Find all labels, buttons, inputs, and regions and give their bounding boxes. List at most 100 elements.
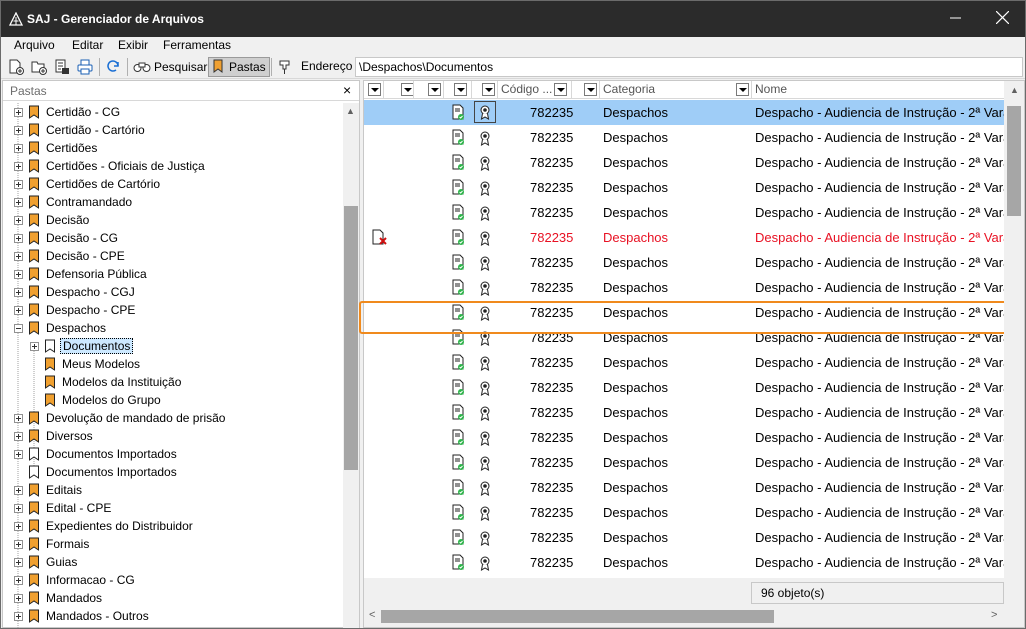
- tree-item[interactable]: Despacho - CGJ: [14, 283, 137, 301]
- new-document-icon[interactable]: [7, 58, 25, 76]
- column-header-category[interactable]: Categoria: [600, 81, 752, 99]
- collapse-icon[interactable]: [14, 323, 23, 333]
- expand-icon[interactable]: [14, 179, 23, 189]
- expand-icon[interactable]: [14, 557, 23, 567]
- expand-icon[interactable]: [14, 143, 23, 153]
- expand-icon[interactable]: [14, 287, 23, 297]
- filter-dropdown-icon[interactable]: [454, 83, 467, 96]
- scroll-up-icon[interactable]: ▲: [346, 106, 355, 116]
- close-pane-icon[interactable]: ×: [343, 82, 351, 98]
- scroll-up-icon[interactable]: ▲: [1010, 85, 1019, 95]
- table-row[interactable]: 782235 Despachos Despacho - Audiencia de I…: [364, 450, 1004, 475]
- tree-item[interactable]: Documentos Importados: [14, 463, 179, 481]
- table-row[interactable]: 782235 Despachos Despacho - Audiencia de I…: [364, 125, 1004, 150]
- expand-icon[interactable]: [14, 575, 23, 585]
- tree-item[interactable]: Diversos: [14, 427, 95, 445]
- new-folder-icon[interactable]: [30, 58, 48, 76]
- scroll-right-icon[interactable]: >: [991, 609, 997, 621]
- tree-item[interactable]: Guias: [14, 553, 79, 571]
- filter-dropdown-icon[interactable]: [368, 83, 381, 96]
- expand-icon[interactable]: [14, 125, 23, 135]
- column-header-name[interactable]: Nome: [752, 81, 1004, 99]
- expand-icon[interactable]: [30, 341, 39, 351]
- expand-icon[interactable]: [14, 503, 23, 513]
- tree-item[interactable]: Certidão - CG: [14, 103, 122, 121]
- table-row[interactable]: 782235 Despachos Despacho - Audiencia de I…: [364, 350, 1004, 375]
- filter-dropdown-icon[interactable]: [584, 83, 597, 96]
- column-header-filter[interactable]: [384, 81, 414, 99]
- print-icon[interactable]: [76, 58, 94, 76]
- expand-icon[interactable]: [14, 161, 23, 171]
- tree-item[interactable]: Modelos da Instituição: [30, 373, 183, 391]
- tree-item[interactable]: Mandados: [14, 589, 104, 607]
- table-row[interactable]: 782235 Despachos Despacho - Audiencia de I…: [364, 325, 1004, 350]
- filter-dropdown-icon[interactable]: [736, 83, 749, 96]
- tree-item[interactable]: Mandados - Outros: [14, 607, 151, 625]
- tree-item[interactable]: Devolução de mandado de prisão: [14, 409, 227, 427]
- expand-icon[interactable]: [14, 611, 23, 621]
- tree-item[interactable]: Certidões: [14, 139, 99, 157]
- table-row[interactable]: 782235 Despachos Despacho - Audiencia de I…: [364, 225, 1004, 250]
- scrollbar-thumb[interactable]: [1007, 106, 1021, 216]
- table-row[interactable]: 782235 Despachos Despacho - Audiencia de I…: [364, 275, 1004, 300]
- expand-icon[interactable]: [14, 539, 23, 549]
- expand-icon[interactable]: [14, 197, 23, 207]
- expand-icon[interactable]: [14, 215, 23, 225]
- table-row[interactable]: 782235 Despachos Despacho - Audiencia de I…: [364, 300, 1004, 325]
- table-row[interactable]: 782235 Despachos Despacho - Audiencia de I…: [364, 525, 1004, 550]
- search-button[interactable]: Pesquisar: [133, 57, 207, 77]
- scroll-left-icon[interactable]: <: [369, 609, 375, 621]
- table-row[interactable]: 782235 Despachos Despacho - Audiencia de I…: [364, 500, 1004, 525]
- menu-exibir[interactable]: Exibir: [118, 38, 148, 52]
- table-row[interactable]: 782235 Despachos Despacho - Audiencia de I…: [364, 150, 1004, 175]
- close-window-button[interactable]: [979, 1, 1025, 37]
- expand-icon[interactable]: [14, 269, 23, 279]
- filter-dropdown-icon[interactable]: [554, 83, 567, 96]
- horizontal-scrollbar[interactable]: < >: [364, 606, 1024, 627]
- tree-item[interactable]: Edital - CPE: [14, 499, 113, 517]
- tree-item[interactable]: Documentos: [30, 337, 134, 355]
- tree-item[interactable]: Expedientes do Distribuidor: [14, 517, 195, 535]
- expand-icon[interactable]: [14, 107, 23, 117]
- expand-icon[interactable]: [14, 485, 23, 495]
- table-row[interactable]: 782235 Despachos Despacho - Audiencia de I…: [364, 375, 1004, 400]
- expand-icon[interactable]: [14, 413, 23, 423]
- column-header-code[interactable]: Código ...: [498, 81, 572, 99]
- expand-icon[interactable]: [14, 305, 23, 315]
- tree-item[interactable]: Defensoria Pública: [14, 265, 149, 283]
- filter-dropdown-icon[interactable]: [428, 83, 441, 96]
- table-row[interactable]: 782235 Despachos Despacho - Audiencia de I…: [364, 475, 1004, 500]
- table-row[interactable]: 782235 Despachos Despacho - Audiencia de I…: [364, 200, 1004, 225]
- table-row[interactable]: 782235 Despachos Despacho - Audiencia de I…: [364, 100, 1004, 125]
- minimize-button[interactable]: [933, 1, 979, 37]
- pin-icon[interactable]: [276, 58, 294, 76]
- filter-dropdown-icon[interactable]: [401, 83, 413, 96]
- scrollbar-thumb[interactable]: [381, 610, 774, 623]
- properties-icon[interactable]: [53, 58, 71, 76]
- tree-item[interactable]: Informacao - CG: [14, 571, 137, 589]
- file-list-scrollbar[interactable]: ▲: [1004, 81, 1024, 578]
- table-row[interactable]: 782235 Despachos Despacho - Audiencia de I…: [364, 250, 1004, 275]
- column-header-filter[interactable]: [472, 81, 498, 99]
- tree-item[interactable]: Certidões - Oficiais de Justiça: [14, 157, 207, 175]
- tree-item[interactable]: Formais: [14, 535, 91, 553]
- menu-arquivo[interactable]: Arquivo: [14, 38, 55, 52]
- tree-item[interactable]: Editais: [14, 481, 84, 499]
- table-row[interactable]: 782235 Despachos Despacho - Audiencia de I…: [364, 425, 1004, 450]
- tree-item[interactable]: Decisão: [14, 211, 91, 229]
- tree-item[interactable]: Contramandado: [14, 193, 134, 211]
- menu-editar[interactable]: Editar: [72, 38, 103, 52]
- tree-item[interactable]: Decisão - CPE: [14, 247, 127, 265]
- expand-icon[interactable]: [14, 521, 23, 531]
- expand-icon[interactable]: [14, 431, 23, 441]
- refresh-icon[interactable]: [104, 58, 122, 76]
- tree-item[interactable]: Meus Modelos: [30, 355, 142, 373]
- expand-icon[interactable]: [14, 449, 23, 459]
- tree-item[interactable]: Despacho - CPE: [14, 301, 137, 319]
- tree-item[interactable]: Certidão - Cartório: [14, 121, 147, 139]
- scrollbar-thumb[interactable]: [344, 206, 358, 470]
- expand-icon[interactable]: [14, 593, 23, 603]
- column-header-filter[interactable]: [444, 81, 472, 99]
- address-field[interactable]: [355, 57, 1023, 77]
- tree-item[interactable]: Decisão - CG: [14, 229, 120, 247]
